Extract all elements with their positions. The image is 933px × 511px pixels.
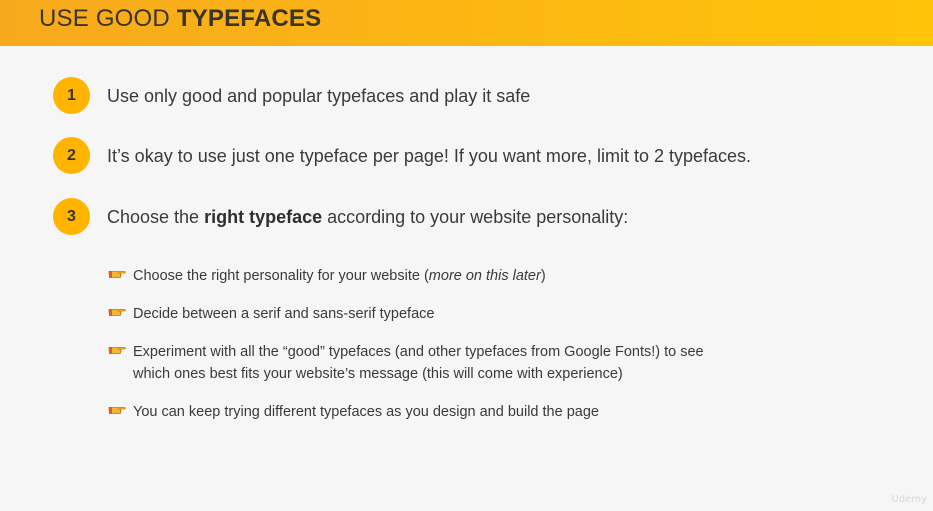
bullet-text-4: You can keep trying different typefaces … xyxy=(133,401,599,423)
bullet-item-3: Experiment with all the “good” typefaces… xyxy=(108,341,808,385)
numbered-point-text-2: It’s okay to use just one typeface per p… xyxy=(107,145,751,167)
numbered-point-3: 3 Choose the right typeface according to… xyxy=(53,198,893,238)
bullet-text-1: Choose the right personality for your we… xyxy=(133,265,546,287)
pointing-hand-icon xyxy=(108,347,126,354)
numbered-point-1: 1 Use only good and popular typefaces an… xyxy=(53,77,893,117)
point-1-text: Use only good and popular typefaces and … xyxy=(107,86,531,106)
point-2-text: It’s okay to use just one typeface per p… xyxy=(107,146,752,166)
bullet-3-line-1: Experiment with all the “good” typefaces… xyxy=(133,344,704,360)
numbered-point-2: 2 It’s okay to use just one typeface per… xyxy=(53,137,893,177)
pointing-hand-icon xyxy=(108,271,126,278)
pointing-hand-icon xyxy=(108,309,126,316)
point-3-text-after: according to your website personality: xyxy=(322,207,629,227)
bullet-2-text: Decide between a serif and sans-serif ty… xyxy=(133,306,435,322)
bullet-1-text-after: ) xyxy=(540,268,546,284)
header-bar: USE GOOD TYPEFACES xyxy=(0,0,933,46)
number-badge-1: 1 xyxy=(53,77,90,114)
point-3-strong: right typeface xyxy=(204,207,323,227)
udemy-watermark: Udemy xyxy=(891,494,927,505)
numbered-point-text-3: Choose the right typeface according to y… xyxy=(107,206,628,228)
point-3-text: Choose the xyxy=(107,207,205,227)
bullet-item-1: Choose the right personality for your we… xyxy=(108,265,808,287)
bullet-3-line-2: which ones best fits your website’s mess… xyxy=(133,366,623,382)
numbered-point-text-1: Use only good and popular typefaces and … xyxy=(107,85,530,107)
bullet-4-text: You can keep trying different typefaces … xyxy=(133,404,599,420)
slide-title-prefix: USE GOOD xyxy=(39,5,177,32)
bullet-item-2: Decide between a serif and sans-serif ty… xyxy=(108,303,808,325)
slide-title: USE GOOD TYPEFACES xyxy=(39,5,321,33)
number-badge-3: 3 xyxy=(53,198,90,235)
bullet-item-4: You can keep trying different typefaces … xyxy=(108,401,808,423)
slide: USE GOOD TYPEFACES 1 Use only good and p… xyxy=(0,0,933,511)
pointing-hand-icon xyxy=(108,407,126,414)
bullet-text-3: Experiment with all the “good” typefaces… xyxy=(133,341,704,385)
number-badge-2: 2 xyxy=(53,137,90,174)
bullet-text-2: Decide between a serif and sans-serif ty… xyxy=(133,303,434,325)
slide-title-strong: TYPEFACES xyxy=(176,5,322,32)
bullet-1-emphasis: more on this later xyxy=(428,268,541,284)
bullet-1-text: Choose the right personality for your we… xyxy=(133,268,429,284)
